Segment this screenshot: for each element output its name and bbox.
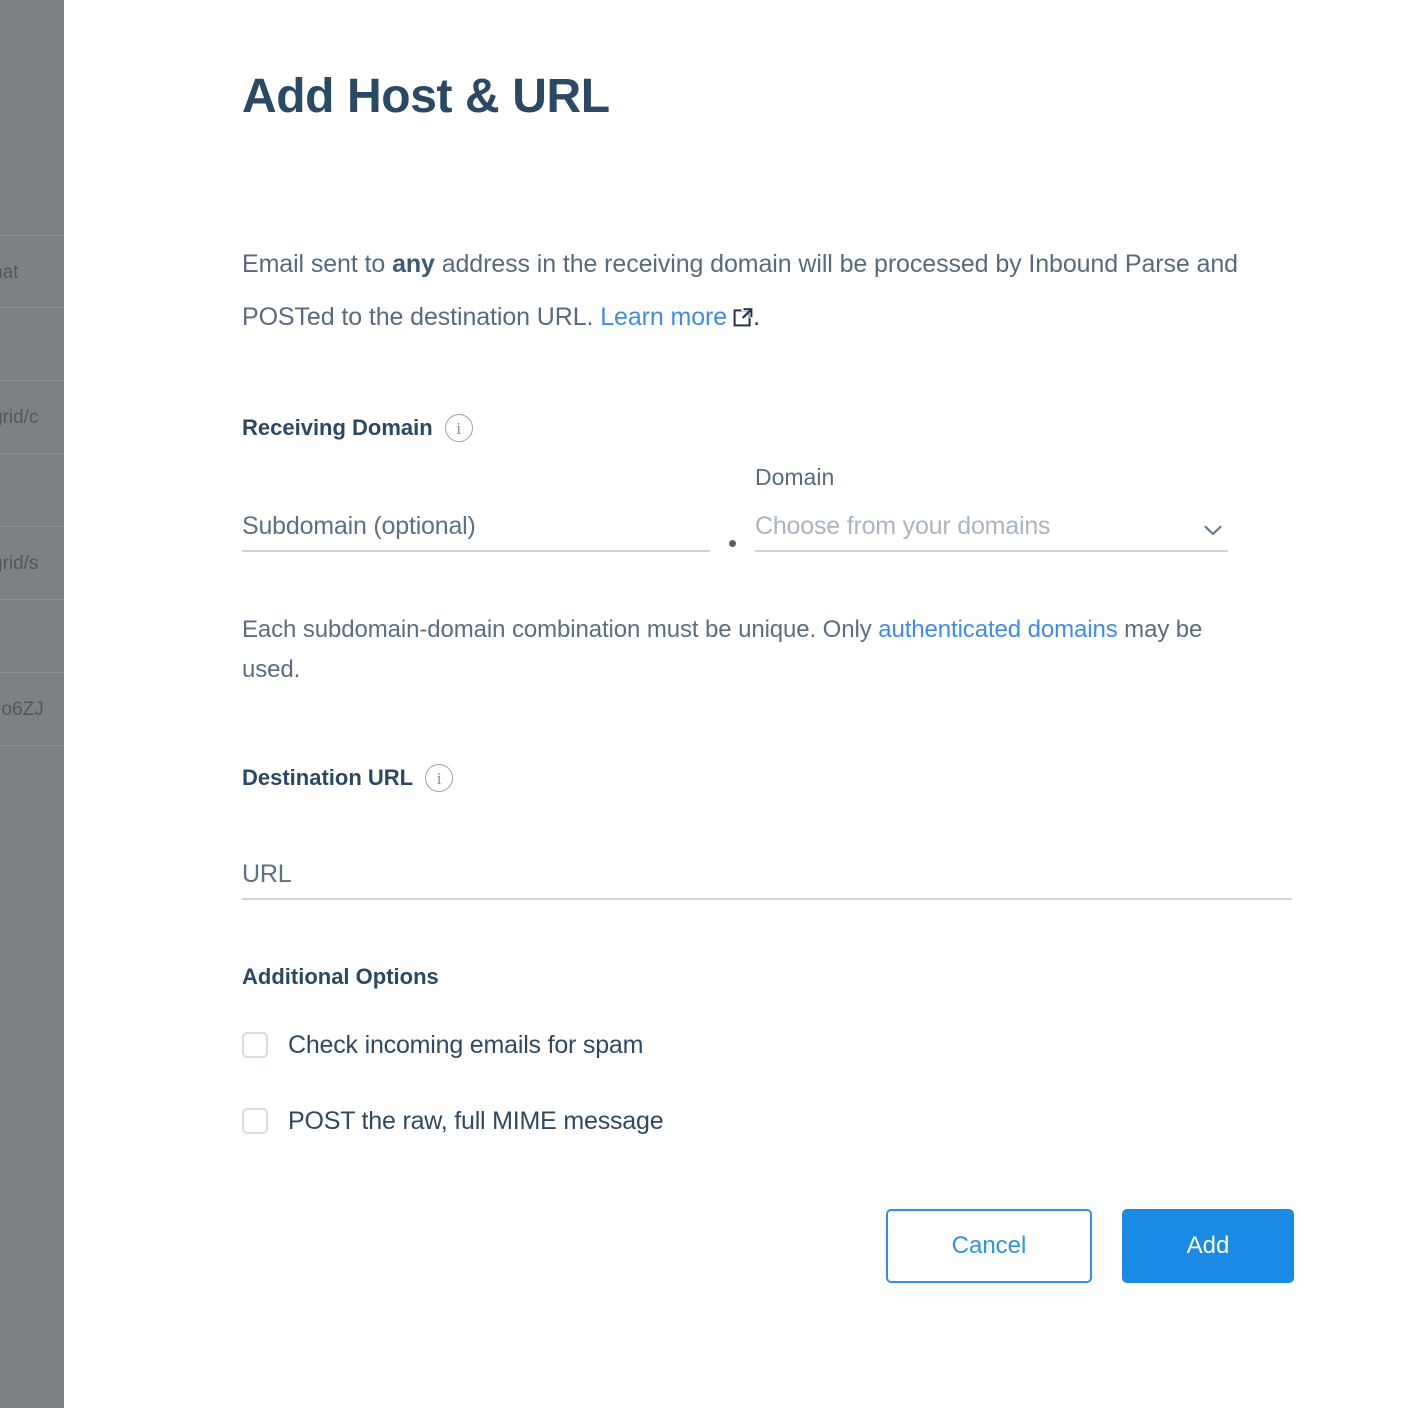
domain-select[interactable]: Domain Choose from your domains <box>755 464 1228 552</box>
table-cell: Jo6ZJ <box>0 699 44 720</box>
modal-backdrop-overlay[interactable]: hat grid/c grid/s Jo6ZJ <box>0 0 64 1408</box>
url-placeholder: URL <box>242 860 292 888</box>
table-row <box>0 600 64 673</box>
table-row <box>0 308 64 381</box>
table-row <box>0 454 64 527</box>
authenticated-domains-label: authenticated domains <box>878 616 1118 643</box>
info-icon[interactable]: i <box>444 414 473 442</box>
modal-action-bar: Cancel Add <box>886 1209 1294 1283</box>
receiving-domain-fields: Subdomain (optional) Domain Choose from … <box>242 462 1292 552</box>
cancel-button[interactable]: Cancel <box>886 1209 1092 1283</box>
table-cell: grid/c <box>0 407 39 428</box>
intro-text-before: Email sent to <box>242 250 393 278</box>
external-link-icon <box>733 293 753 327</box>
authenticated-domains-link[interactable]: authenticated domains <box>878 616 1118 643</box>
intro-emphasis: any <box>392 250 435 278</box>
spam-check-checkbox[interactable] <box>242 1032 268 1058</box>
learn-more-label: Learn more <box>600 303 728 331</box>
table-row: grid/c <box>0 381 64 454</box>
domain-placeholder: Choose from your domains <box>755 512 1051 540</box>
additional-options-label: Additional Options <box>242 964 439 989</box>
domain-separator-dot <box>729 540 736 547</box>
helper-text-before: Each subdomain-domain combination must b… <box>242 616 879 643</box>
table-row: Jo6ZJ <box>0 673 64 746</box>
add-host-url-modal: Add Host & URL Email sent to any address… <box>64 0 1414 1408</box>
table-cell: grid/s <box>0 553 39 574</box>
receiving-domain-label-group: Receiving Domain i <box>242 414 473 442</box>
info-icon[interactable]: i <box>425 764 454 792</box>
destination-url-label-group: Destination URL i <box>242 764 454 792</box>
raw-mime-checkbox[interactable] <box>242 1108 268 1134</box>
additional-options-group: Check incoming emails for spam POST the … <box>242 1020 942 1172</box>
destination-url-label: Destination URL <box>242 765 414 790</box>
destination-url-input[interactable]: URL <box>242 848 1292 900</box>
chevron-down-icon <box>1204 523 1222 536</box>
table-row: grid/s <box>0 527 64 600</box>
spam-check-label: Check incoming emails for spam <box>288 1030 644 1059</box>
receiving-domain-helper-text: Each subdomain-domain combination must b… <box>242 610 1262 690</box>
info-icon-glyph: i <box>456 418 462 438</box>
add-button[interactable]: Add <box>1122 1209 1294 1283</box>
learn-more-link[interactable]: Learn more <box>600 303 727 331</box>
receiving-domain-label: Receiving Domain <box>242 415 433 440</box>
subdomain-placeholder: Subdomain (optional) <box>242 512 476 540</box>
table-row: hat <box>0 235 64 308</box>
intro-paragraph: Email sent to any address in the receivi… <box>242 238 1262 344</box>
subdomain-input[interactable]: Subdomain (optional) <box>242 500 710 552</box>
info-icon-glyph: i <box>436 768 442 788</box>
table-cell: hat <box>0 262 19 283</box>
checkbox-row-raw-mime[interactable]: POST the raw, full MIME message <box>242 1096 942 1146</box>
raw-mime-label: POST the raw, full MIME message <box>288 1106 664 1135</box>
page-title: Add Host & URL <box>242 70 610 123</box>
intro-trailing-period: . <box>753 303 760 331</box>
checkbox-row-spam[interactable]: Check incoming emails for spam <box>242 1020 942 1070</box>
domain-field-label: Domain <box>755 464 835 490</box>
background-table: hat grid/c grid/s Jo6ZJ <box>0 235 64 746</box>
